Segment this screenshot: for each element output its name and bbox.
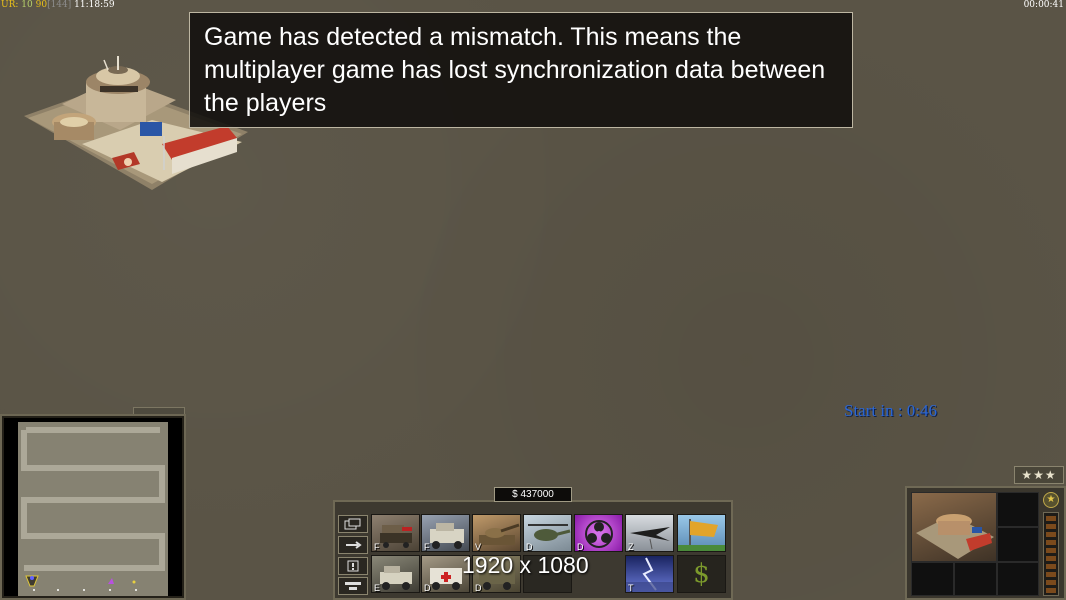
alert-button[interactable] bbox=[338, 557, 368, 575]
start-countdown: Start in : 0:46 bbox=[844, 401, 938, 420]
structure-slot bbox=[954, 562, 997, 596]
build-button-7[interactable] bbox=[677, 514, 726, 552]
build-button-2[interactable]: F bbox=[421, 514, 470, 552]
structure-slot bbox=[997, 527, 1039, 562]
build-button-8[interactable]: E bbox=[371, 555, 420, 593]
structure-grid bbox=[911, 492, 1039, 596]
options-button[interactable] bbox=[338, 577, 368, 595]
mismatch-dialog: Game has detected a mismatch. This means… bbox=[189, 12, 853, 128]
build-button-1[interactable]: F bbox=[371, 514, 420, 552]
options-icon bbox=[345, 582, 361, 590]
debug-readout: UR: 10 90[144] 11:18:59 bbox=[1, 0, 115, 10]
structure-slot bbox=[997, 562, 1039, 596]
dialog-line-2: multiplayer game has lost synchronizatio… bbox=[204, 56, 826, 84]
debug-value-3: [144] bbox=[47, 0, 72, 10]
debug-label: UR: bbox=[1, 0, 19, 10]
general-star-icon[interactable]: ★ bbox=[1043, 492, 1059, 508]
dialog-line-1: Game has detected a mismatch. This means… bbox=[204, 23, 742, 51]
structure-slot bbox=[911, 562, 954, 596]
command-center-icon bbox=[916, 514, 994, 559]
windows-icon bbox=[344, 518, 361, 530]
dollar-icon: $ bbox=[693, 559, 710, 589]
alert-icon bbox=[347, 560, 359, 572]
build-button-5[interactable]: D bbox=[574, 514, 623, 552]
build-button-12[interactable]: T bbox=[625, 555, 674, 593]
minimap[interactable] bbox=[4, 418, 182, 596]
debug-time: 11:18:59 bbox=[74, 0, 115, 10]
wrench-icon bbox=[346, 541, 362, 549]
build-button-3[interactable]: V bbox=[472, 514, 521, 552]
flag-icon bbox=[678, 519, 725, 551]
sell-button[interactable]: $ bbox=[677, 555, 726, 593]
money-display: $ 437000 bbox=[494, 487, 572, 502]
power-meter bbox=[1043, 512, 1059, 596]
build-button-6[interactable]: Z bbox=[625, 514, 674, 552]
repair-button[interactable] bbox=[338, 536, 368, 554]
game-clock: 00:00:41 bbox=[1023, 0, 1064, 10]
build-button-4[interactable]: D bbox=[523, 514, 572, 552]
general-rank-button[interactable]: ★★★ bbox=[1014, 466, 1064, 484]
select-all-button[interactable] bbox=[338, 515, 368, 533]
structure-slot bbox=[997, 492, 1039, 527]
debug-value-1: 10 bbox=[21, 0, 33, 10]
selected-structure-portrait[interactable] bbox=[911, 492, 997, 562]
resolution-overlay: 1920 x 1080 bbox=[462, 552, 589, 578]
debug-value-2: 90 bbox=[35, 0, 48, 10]
dialog-line-3: the players bbox=[204, 89, 327, 117]
